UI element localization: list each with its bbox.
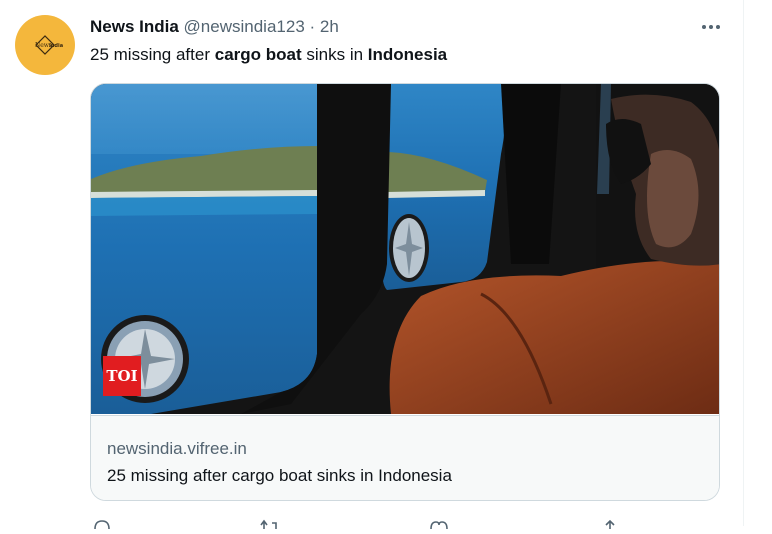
tweet-text-keyword-indonesia: Indonesia bbox=[367, 45, 448, 64]
toi-badge: TOI bbox=[103, 356, 141, 396]
tweet-actions bbox=[90, 516, 720, 530]
card-domain: newsindia.vifree.in bbox=[107, 439, 247, 458]
more-icon[interactable] bbox=[699, 18, 723, 36]
reply-icon[interactable] bbox=[92, 516, 112, 534]
logo-text-right: India bbox=[49, 43, 63, 49]
author-name[interactable]: News India bbox=[90, 17, 179, 36]
card-title: 25 missing after cargo boat sinks in Ind… bbox=[107, 466, 452, 485]
tweet-text: 25 missing after cargo boat sinks in Ind… bbox=[90, 44, 447, 66]
tweet-time[interactable]: 2h bbox=[320, 17, 339, 36]
author-handle[interactable]: @newsindia123 bbox=[184, 17, 305, 36]
like-icon[interactable] bbox=[428, 516, 450, 534]
link-card[interactable]: TOI newsindia.vifree.in 25 missing after… bbox=[90, 83, 720, 501]
news-india-logo: News India bbox=[35, 35, 63, 55]
retweet-icon[interactable] bbox=[258, 516, 280, 534]
tweet-text-part-3: sinks in bbox=[301, 45, 368, 64]
share-icon[interactable] bbox=[600, 516, 620, 534]
card-footer[interactable]: newsindia.vifree.in 25 missing after car… bbox=[91, 415, 719, 500]
tweet-header: News India @newsindia123 · 2h bbox=[90, 16, 339, 38]
avatar[interactable]: News India bbox=[15, 15, 75, 75]
timeline-divider bbox=[743, 0, 744, 526]
card-image[interactable]: TOI bbox=[91, 84, 719, 414]
helicopter-window-photo bbox=[91, 84, 719, 414]
separator-dot: · bbox=[309, 17, 316, 36]
tweet-text-keyword-cargo-boat: cargo boat bbox=[214, 45, 302, 64]
tweet-text-part-1: 25 missing after bbox=[90, 45, 215, 64]
